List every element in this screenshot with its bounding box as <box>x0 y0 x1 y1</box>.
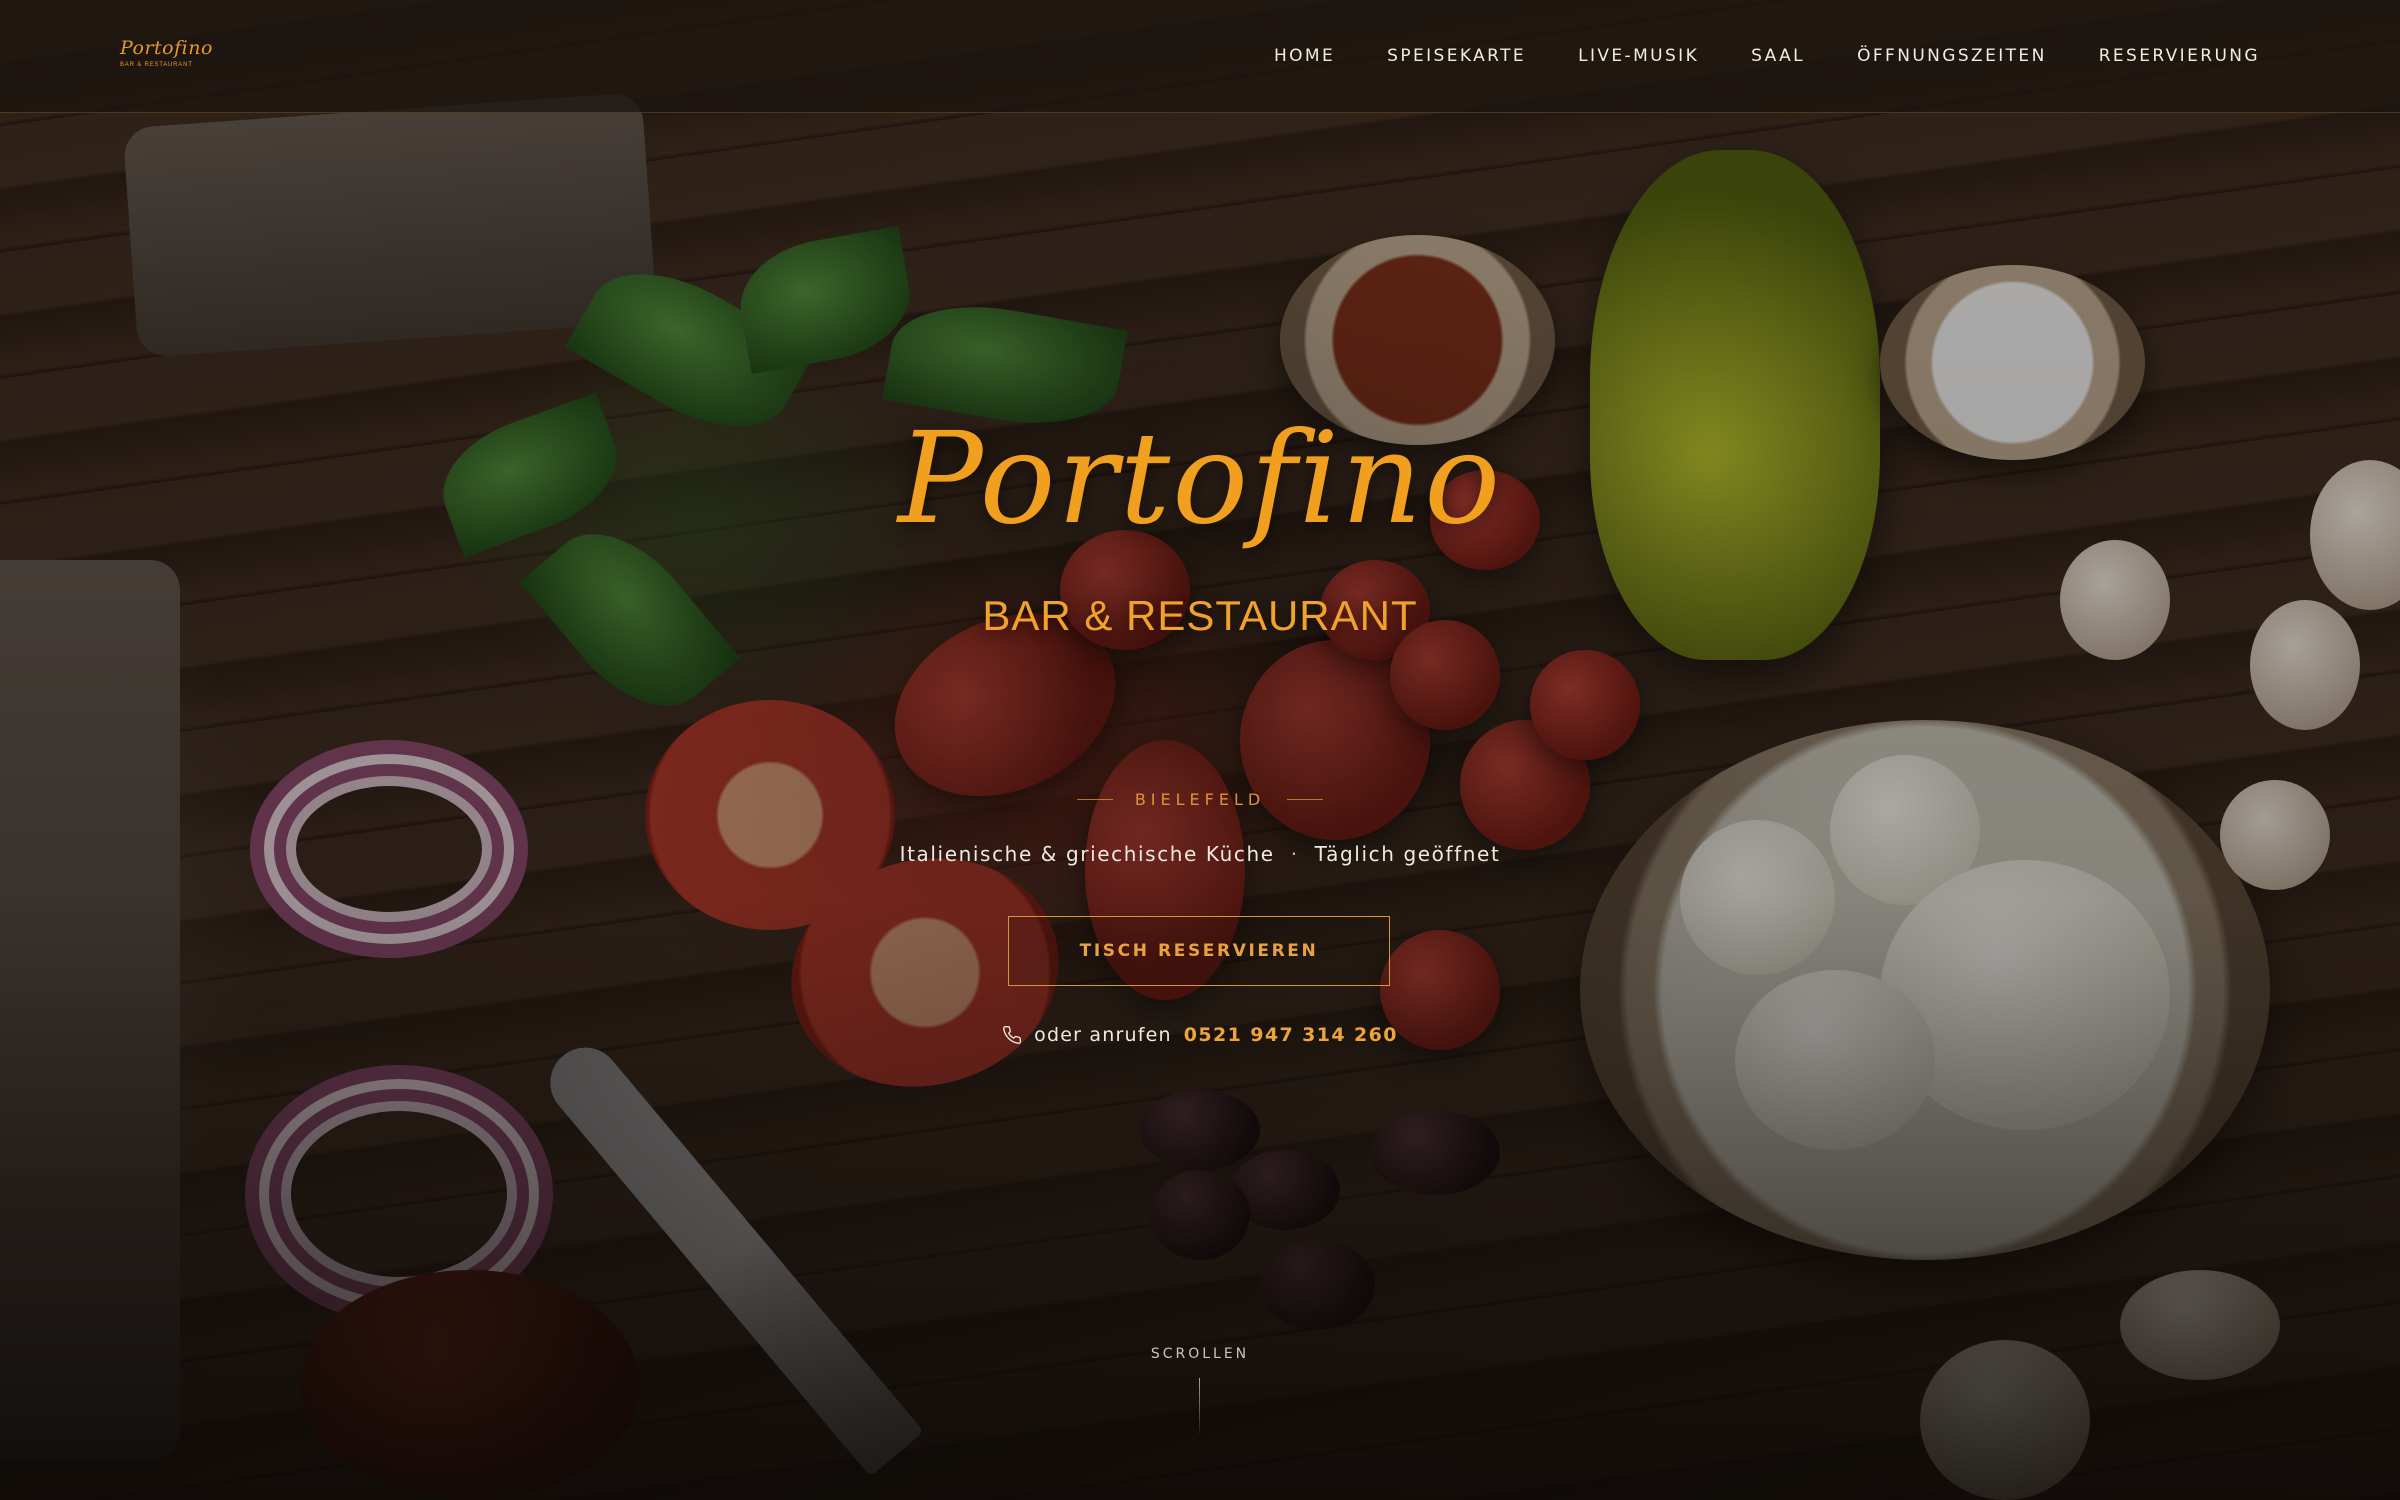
hero-section: Portofino BAR & RESTAURANT BIELEFELD Ita… <box>0 0 2400 1500</box>
nav-item-live-musik[interactable]: LIVE-MUSIK <box>1578 46 1699 66</box>
nav-item-reservierung[interactable]: RESERVIERUNG <box>2099 46 2260 66</box>
divider-line-right <box>1287 799 1324 800</box>
phone-number-link[interactable]: 0521 947 314 260 <box>1184 1024 1398 1046</box>
call-row: oder anrufen 0521 947 314 260 <box>0 1024 2400 1046</box>
scroll-indicator-line <box>1199 1378 1200 1434</box>
hero-subtitle: BAR & RESTAURANT <box>982 592 1418 639</box>
main-nav: HOME SPEISEKARTE LIVE-MUSIK SAAL ÖFFNUNG… <box>1274 0 2260 112</box>
city-label: BIELEFELD <box>1134 790 1266 809</box>
logo-wordmark: Portofino <box>120 37 213 59</box>
tagline: Italienische & griechische Küche · Tägli… <box>0 842 2400 866</box>
divider-line-left <box>1076 799 1113 800</box>
tagline-hours: Täglich geöffnet <box>1314 842 1501 866</box>
logo-tagline: BAR & RESTAURANT <box>120 62 193 68</box>
nav-item-speisekarte[interactable]: SPEISEKARTE <box>1387 46 1526 66</box>
reserve-table-button[interactable]: TISCH RESERVIEREN <box>1008 916 1390 986</box>
logo[interactable]: Portofino BAR & RESTAURANT <box>120 38 240 68</box>
site-header: Portofino BAR & RESTAURANT HOME SPEISEKA… <box>0 0 2400 113</box>
phone-icon <box>1002 1025 1022 1045</box>
scroll-hint-label[interactable]: SCROLLEN <box>0 1346 2400 1362</box>
tagline-separator: · <box>1290 842 1299 866</box>
tagline-cuisine: Italienische & griechische Küche <box>899 842 1275 866</box>
nav-item-saal[interactable]: SAAL <box>1751 46 1805 66</box>
hero-title: Portofino <box>897 405 1503 552</box>
nav-item-oeffnungszeiten[interactable]: ÖFFNUNGSZEITEN <box>1857 46 2047 66</box>
nav-item-home[interactable]: HOME <box>1274 46 1335 66</box>
call-text: oder anrufen <box>1034 1024 1172 1046</box>
city-label-row: BIELEFELD <box>0 790 2400 809</box>
page: Portofino BAR & RESTAURANT HOME SPEISEKA… <box>0 0 2400 1500</box>
